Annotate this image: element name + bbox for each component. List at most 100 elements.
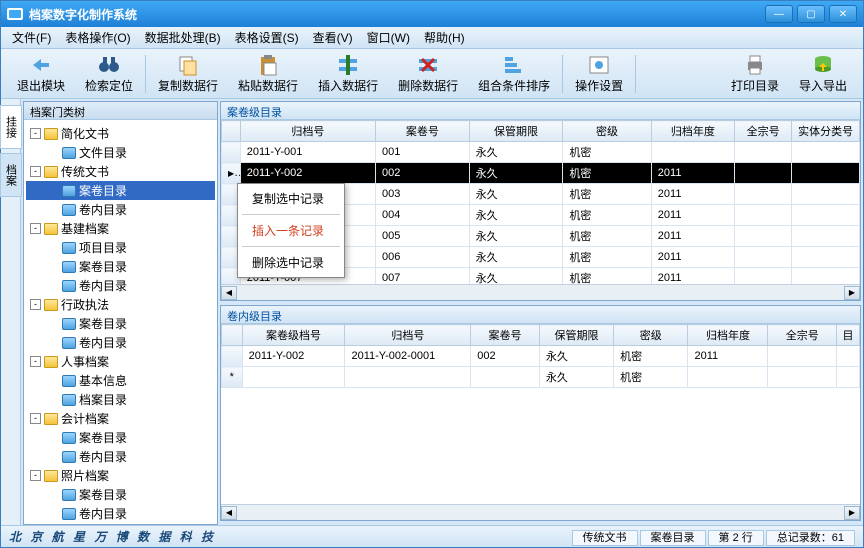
cell[interactable] — [735, 247, 792, 268]
column-header[interactable]: 全宗号 — [735, 121, 792, 142]
cell[interactable]: 机密 — [563, 205, 651, 226]
menu-item[interactable]: 窗口(W) — [360, 27, 417, 48]
cell[interactable]: 2011-Y-002 — [240, 163, 375, 184]
cell[interactable]: 2011 — [651, 226, 734, 247]
cell[interactable]: 永久 — [469, 142, 563, 163]
cell[interactable]: 永久 — [539, 346, 613, 367]
cell[interactable] — [735, 184, 792, 205]
tree-node[interactable]: 文件目录 — [26, 143, 215, 162]
toolbar-copy-button[interactable]: 复制数据行 — [148, 51, 228, 96]
column-header[interactable]: 密级 — [563, 121, 651, 142]
menu-item[interactable]: 帮助(H) — [417, 27, 472, 48]
category-tree[interactable]: -简化文书文件目录-传统文书案卷目录卷内目录-基建档案项目目录案卷目录卷内目录-… — [24, 120, 217, 524]
tree-node[interactable]: 卷内目录 — [26, 276, 215, 295]
cell[interactable]: 机密 — [563, 142, 651, 163]
cell[interactable]: 机密 — [614, 346, 688, 367]
tree-node[interactable]: 档案目录 — [26, 390, 215, 409]
cell[interactable] — [792, 226, 860, 247]
table-row[interactable]: *永久机密 — [222, 367, 860, 388]
cell[interactable] — [768, 346, 837, 367]
cell[interactable]: 机密 — [563, 247, 651, 268]
tree-expander-icon[interactable]: - — [30, 166, 41, 177]
cell[interactable] — [688, 367, 768, 388]
tree-expander-icon[interactable]: - — [30, 299, 41, 310]
scroll-right-icon[interactable]: ▶ — [844, 286, 860, 300]
tree-expander-icon[interactable]: - — [30, 413, 41, 424]
column-header[interactable]: 密级 — [614, 325, 688, 346]
context-menu-item[interactable]: 插入一条记录 — [238, 216, 344, 245]
tree-node[interactable]: -简化文书 — [26, 124, 215, 143]
scroll-left-icon[interactable]: ◀ — [221, 286, 237, 300]
lower-grid[interactable]: 案卷级档号归档号案卷号保管期限密级归档年度全宗号目2011-Y-0022011-… — [221, 324, 860, 504]
menu-item[interactable]: 表格操作(O) — [58, 27, 137, 48]
cell[interactable] — [735, 163, 792, 184]
tree-node[interactable]: 卷内目录 — [26, 200, 215, 219]
cell[interactable]: 2011-Y-001 — [240, 142, 375, 163]
cell[interactable]: 006 — [376, 247, 470, 268]
column-header[interactable]: 目 — [837, 325, 860, 346]
close-button[interactable]: ✕ — [829, 5, 857, 23]
tree-node[interactable]: 项目目录 — [26, 238, 215, 257]
tree-node[interactable]: -行政执法 — [26, 295, 215, 314]
tree-node[interactable]: 案卷目录 — [26, 428, 215, 447]
cell[interactable]: 机密 — [614, 367, 688, 388]
cell[interactable]: 永久 — [469, 205, 563, 226]
toolbar-delete-row-button[interactable]: 删除数据行 — [388, 51, 468, 96]
scroll-left-icon[interactable]: ◀ — [221, 506, 237, 520]
cell[interactable]: 002 — [376, 163, 470, 184]
menu-item[interactable]: 数据批处理(B) — [138, 27, 228, 48]
column-header[interactable]: 归档年度 — [651, 121, 734, 142]
cell[interactable]: 2011 — [651, 268, 734, 285]
context-menu-item[interactable]: 复制选中记录 — [238, 184, 344, 213]
upper-scrollbar[interactable]: ◀▶ — [221, 284, 860, 300]
column-header[interactable]: 实体分类号 — [792, 121, 860, 142]
menu-item[interactable]: 查看(V) — [306, 27, 360, 48]
column-header[interactable]: 归档号 — [240, 121, 375, 142]
table-row[interactable]: 2011-Y-0022011-Y-002-0001002永久机密2011 — [222, 346, 860, 367]
lower-scrollbar[interactable]: ◀▶ — [221, 504, 860, 520]
cell[interactable] — [792, 247, 860, 268]
cell[interactable]: 机密 — [563, 163, 651, 184]
cell[interactable]: 永久 — [539, 367, 613, 388]
tree-node[interactable]: 卷内目录 — [26, 504, 215, 523]
column-header[interactable]: 保管期限 — [539, 325, 613, 346]
cell[interactable]: 机密 — [563, 226, 651, 247]
cell[interactable] — [242, 367, 345, 388]
cell[interactable]: 2011 — [651, 247, 734, 268]
maximize-button[interactable]: ▢ — [797, 5, 825, 23]
column-header[interactable]: 归档号 — [345, 325, 471, 346]
toolbar-binoculars-button[interactable]: 检索定位 — [75, 51, 143, 96]
cell[interactable] — [792, 184, 860, 205]
toolbar-import-export-button[interactable]: 导入导出 — [789, 51, 857, 96]
tree-expander-icon[interactable]: - — [30, 128, 41, 139]
cell[interactable] — [768, 367, 837, 388]
column-header[interactable]: 全宗号 — [768, 325, 837, 346]
tree-node[interactable]: 案卷目录 — [26, 181, 215, 200]
cell[interactable]: 001 — [376, 142, 470, 163]
cell[interactable]: 2011-Y-002 — [242, 346, 345, 367]
cell[interactable]: 2011-Y-002-0001 — [345, 346, 471, 367]
cell[interactable] — [792, 163, 860, 184]
tree-node[interactable]: 基本信息 — [26, 371, 215, 390]
cell[interactable]: 机密 — [563, 268, 651, 285]
tree-node[interactable]: 卷内目录 — [26, 333, 215, 352]
tree-node[interactable]: 卷内目录 — [26, 447, 215, 466]
table-row[interactable]: 2011-Y-002002永久机密2011 — [222, 163, 860, 184]
cell[interactable] — [651, 142, 734, 163]
cell[interactable] — [735, 268, 792, 285]
cell[interactable] — [837, 346, 860, 367]
toolbar-print-button[interactable]: 打印目录 — [721, 51, 789, 96]
cell[interactable] — [735, 205, 792, 226]
side-tab[interactable]: 档案 — [0, 153, 22, 197]
cell[interactable]: 2011 — [651, 163, 734, 184]
tree-node[interactable]: -基建档案 — [26, 219, 215, 238]
cell[interactable] — [792, 205, 860, 226]
cell[interactable] — [735, 142, 792, 163]
cell[interactable]: 004 — [376, 205, 470, 226]
cell[interactable] — [345, 367, 471, 388]
cell[interactable] — [837, 367, 860, 388]
cell[interactable] — [471, 367, 540, 388]
cell[interactable]: 永久 — [469, 163, 563, 184]
cell[interactable]: 永久 — [469, 268, 563, 285]
cell[interactable] — [792, 142, 860, 163]
